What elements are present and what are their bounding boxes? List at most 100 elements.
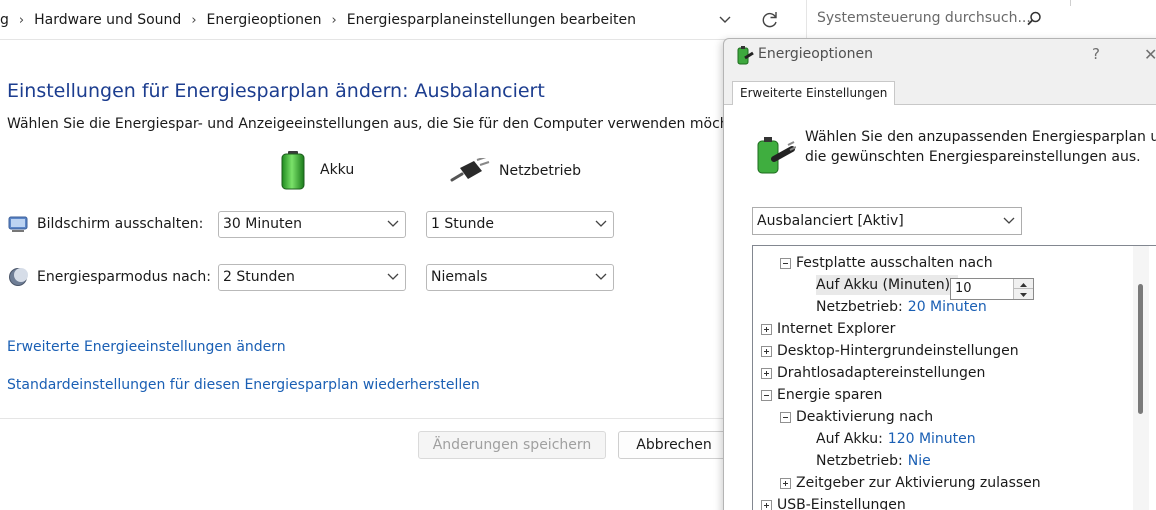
row-label-sleep: Energiesparmodus nach: [37,269,211,285]
monitor-icon [8,216,28,232]
tree-item-usb[interactable]: USB-Einstellungen [761,495,906,510]
save-changes-button[interactable]: Änderungen speichern [418,431,606,459]
tree-item-netzbetrieb-value[interactable]: 20 Minuten [908,299,987,315]
collapse-icon[interactable] [780,257,791,269]
tree-item-energie-sparen-label: Energie sparen [777,387,883,403]
tree-item-festplatte-label: Festplatte ausschalten nach [796,255,993,271]
dialog-title: Energieoptionen [758,46,873,62]
minutes-stepper-value: 10 [955,281,972,296]
tab-advanced-settings[interactable]: Erweiterte Einstellungen [732,81,896,105]
collapse-icon[interactable] [780,411,791,423]
search-input[interactable]: Systemsteuerung durchsuch... [817,10,1031,26]
row-label-display-off: Bildschirm ausschalten: [37,216,204,232]
chevron-down-icon [595,220,607,227]
expand-icon[interactable] [761,499,772,510]
column-header-battery: Akku [279,150,354,190]
battery-icon [281,151,305,190]
dialog-description: Wählen Sie den anzupassenden Energiespar… [805,127,1156,167]
tree-item-netzbetrieb-2[interactable]: Netzbetrieb: Nie [816,451,931,471]
power-options-dialog: Energieoptionen ? ✕ Erweiterte Einstellu… [723,38,1156,510]
address-bar: g › Hardware und Sound › Energieoptionen… [0,0,1156,40]
tree-item-netzbetrieb-2-label: Netzbetrieb: [816,453,903,469]
chevron-down-icon[interactable] [715,11,735,29]
divider [1070,0,1071,6]
tree-item-usb-label: USB-Einstellungen [777,497,906,510]
chevron-down-icon [595,273,607,280]
cancel-button[interactable]: Abbrechen [618,431,730,459]
tree-item-auf-akku-value[interactable]: 120 Minuten [888,431,976,447]
stepper-down-button[interactable] [1014,289,1033,299]
chevron-down-icon [387,220,399,227]
breadcrumb-item-energieoptionen[interactable]: Energieoptionen [207,12,322,28]
expand-icon[interactable] [780,477,791,489]
dialog-description-line2: die gewünschten Energiespareinstellungen… [805,149,1141,165]
column-header-plugged-label: Netzbetrieb [499,163,582,179]
tree-item-netzbetrieb-label: Netzbetrieb: [816,299,903,315]
display-off-plugged-value: 1 Stunde [431,216,494,232]
expand-icon[interactable] [761,367,772,379]
breadcrumb-item-hardware[interactable]: Hardware und Sound [34,12,181,28]
sleep-plugged-value: Niemals [431,269,488,285]
tree-item-zeitgeber-label: Zeitgeber zur Aktivierung zulassen [796,475,1041,491]
sleep-plugged-select[interactable]: Niemals [426,264,614,291]
power-plan-value: Ausbalanciert [Aktiv] [757,213,904,229]
page-subtitle: Wählen Sie die Energiespar- und Anzeigee… [7,116,757,132]
tree-item-auf-akku[interactable]: Auf Akku: 120 Minuten [816,429,976,449]
page-title: Einstellungen für Energiesparplan ändern… [7,80,545,102]
power-options-icon [737,46,754,65]
display-off-battery-select[interactable]: 30 Minuten [218,211,406,238]
tree-item-festplatte[interactable]: Festplatte ausschalten nach [780,253,993,273]
settings-tree[interactable]: Festplatte ausschalten nach Auf Akku (Mi… [752,245,1156,510]
chevron-down-icon [387,273,399,280]
advanced-settings-link[interactable]: Erweiterte Energieeinstellungen ändern [7,339,286,355]
stepper-buttons [1013,279,1033,299]
display-off-plugged-select[interactable]: 1 Stunde [426,211,614,238]
tree-item-auf-akku-minuten[interactable]: Auf Akku (Minuten): [816,275,958,295]
tree-item-drahtlos-label: Drahtlosadaptereinstellungen [777,365,986,381]
tree-item-drahtlos[interactable]: Drahtlosadaptereinstellungen [761,363,985,383]
expand-icon[interactable] [761,345,772,357]
display-off-battery-value: 30 Minuten [223,216,302,232]
close-icon[interactable]: ✕ [1144,45,1156,64]
chevron-right-icon[interactable]: › [332,13,337,28]
dialog-description-line1: Wählen Sie den anzupassenden Energiespar… [805,129,1156,145]
power-plug-icon [450,158,490,182]
power-plan-select[interactable]: Ausbalanciert [Aktiv] [752,207,1022,235]
dialog-body: Wählen Sie den anzupassenden Energiespar… [724,105,1156,510]
divider [806,0,807,40]
tree-item-internet-explorer-label: Internet Explorer [777,321,896,337]
breadcrumb: g › Hardware und Sound › Energieoptionen… [0,10,636,30]
breadcrumb-item-current[interactable]: Energiesparplaneinstellungen bearbeiten [347,12,636,28]
refresh-icon[interactable] [760,9,780,31]
sleep-battery-select[interactable]: 2 Stunden [218,264,406,291]
expand-icon[interactable] [761,323,772,335]
tree-item-deaktivierung-label: Deaktivierung nach [796,409,934,425]
chevron-right-icon[interactable]: › [191,13,196,28]
tree-item-deaktivierung[interactable]: Deaktivierung nach [780,407,933,427]
tree-item-auf-akku-minuten-label: Auf Akku (Minuten): [816,277,955,293]
tree-item-desktop-label: Desktop-Hintergrundeinstellungen [777,343,1019,359]
tree-item-netzbetrieb-2-value[interactable]: Nie [908,453,931,469]
tree-item-netzbetrieb[interactable]: Netzbetrieb: 20 Minuten [816,297,987,317]
divider [0,418,724,419]
tree-item-zeitgeber[interactable]: Zeitgeber zur Aktivierung zulassen [780,473,1041,493]
chevron-down-icon [1003,217,1015,224]
collapse-icon[interactable] [761,389,772,401]
moon-icon [9,268,28,286]
restore-defaults-link[interactable]: Standardeinstellungen für diesen Energie… [7,377,480,393]
search-icon[interactable] [1025,10,1043,28]
column-header-battery-label: Akku [320,162,355,178]
help-icon[interactable]: ? [1092,45,1100,63]
chevron-right-icon[interactable]: › [19,13,24,28]
sleep-battery-value: 2 Stunden [223,269,295,285]
stepper-up-button[interactable] [1014,279,1033,289]
tree-item-auf-akku-label: Auf Akku: [816,431,883,447]
tree-item-desktop[interactable]: Desktop-Hintergrundeinstellungen [761,341,1019,361]
tree-item-internet-explorer[interactable]: Internet Explorer [761,319,895,339]
tree-item-energie-sparen[interactable]: Energie sparen [761,385,882,405]
triangle-down-icon [1020,293,1027,297]
power-options-icon [757,137,796,174]
scrollbar-thumb[interactable] [1138,284,1143,414]
column-header-plugged: Netzbetrieb [450,158,581,184]
breadcrumb-item-system[interactable]: g [0,12,9,28]
